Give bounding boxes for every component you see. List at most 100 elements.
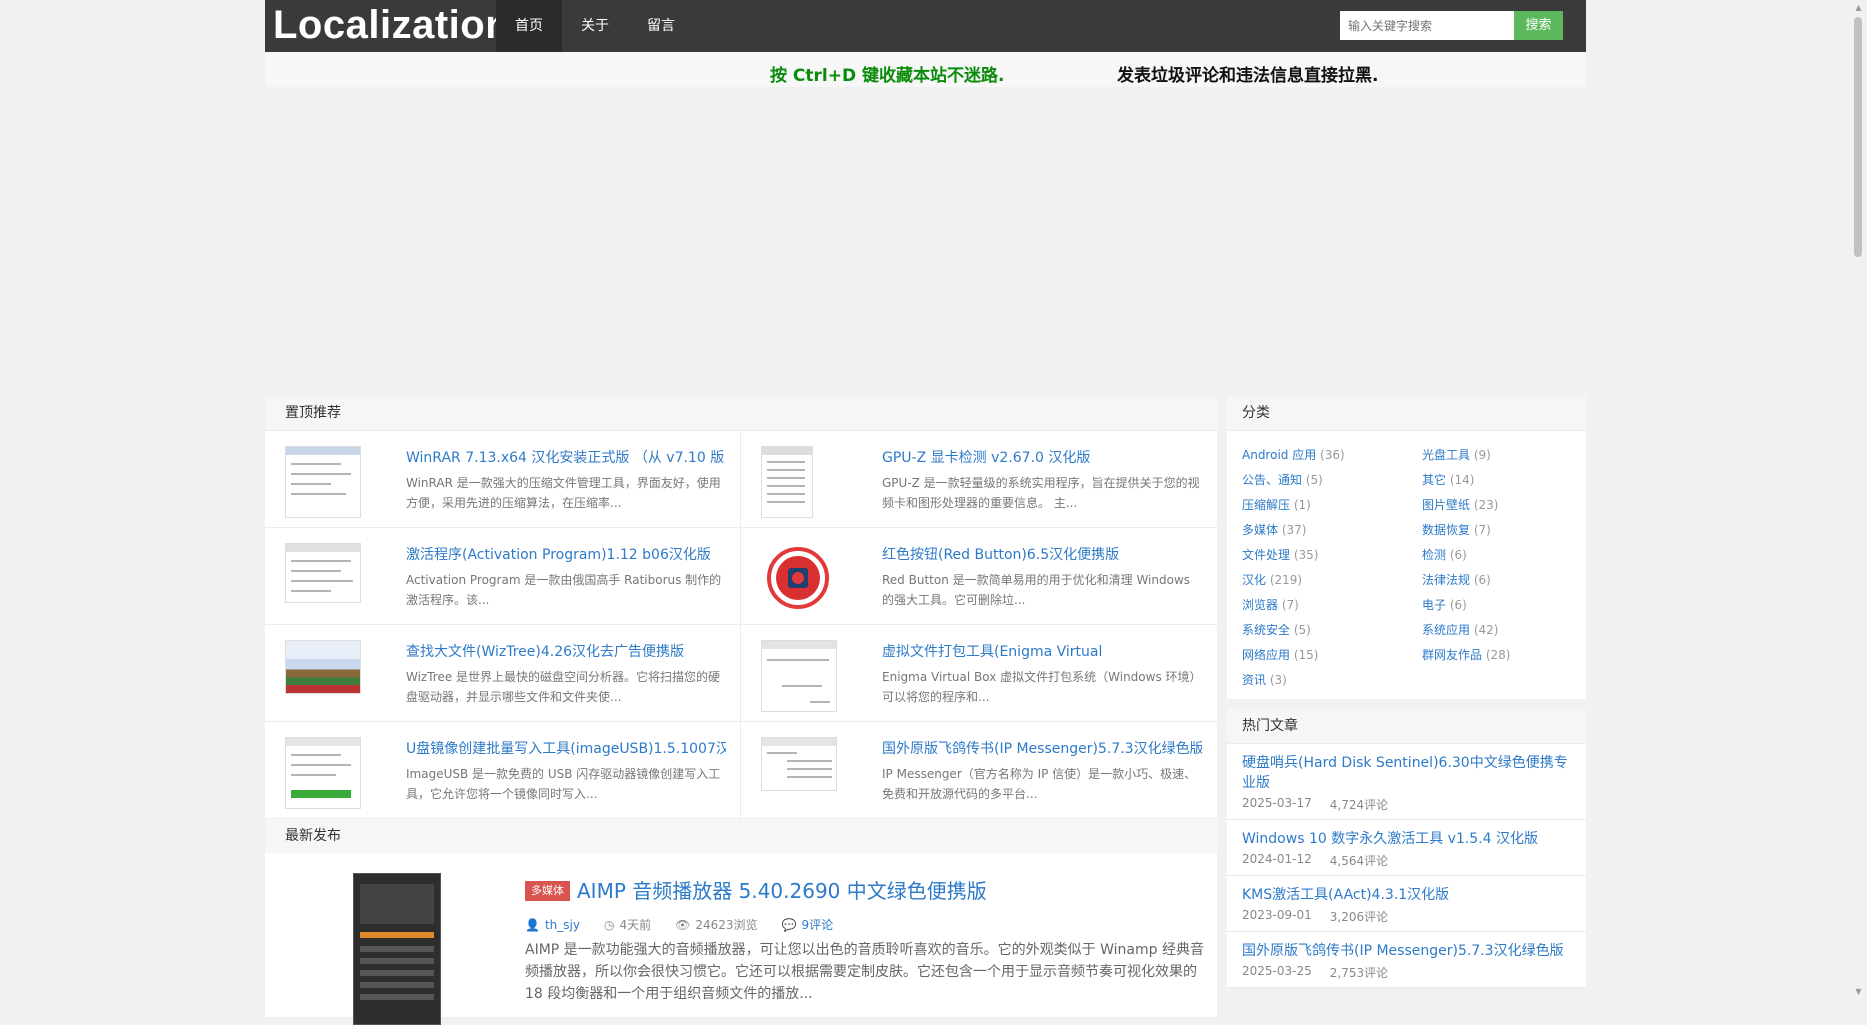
category-name: 数据恢复 (1422, 523, 1471, 537)
article-thumbnail[interactable] (761, 446, 813, 518)
article-thumbnail[interactable] (285, 737, 361, 809)
article-thumbnail[interactable] (761, 737, 837, 791)
category-badge[interactable]: 多媒体 (525, 881, 570, 901)
pinned-item: 查找大文件(WizTree)4.26汉化去广告便携版 WizTree 是世界上最… (265, 625, 741, 722)
category-count: (14) (1449, 473, 1475, 487)
hot-article-meta: 2024-01-12 4,564评论 (1242, 852, 1571, 869)
hot-article-link[interactable]: Windows 10 数字永久激活工具 v1.5.4 汉化版 (1242, 829, 1571, 849)
category-name: 浏览器 (1242, 598, 1279, 612)
category-count: (28) (1485, 648, 1511, 662)
pinned-item: GPU-Z 显卡检测 v2.67.0 汉化版 GPU-Z 是一款轻量级的系统实用… (741, 431, 1217, 528)
main-content: 置顶推荐 WinRAR 7.13.x64 汉化安装正式版 （从 v7.10 版 … (265, 396, 1217, 1025)
category-link[interactable]: 压缩解压 (1) (1242, 493, 1422, 518)
category-name: 光盘工具 (1422, 448, 1471, 462)
nav-home[interactable]: 首页 (496, 0, 562, 52)
article-title-link[interactable]: U盘镜像创建批量写入工具(imageUSB)1.5.1007汉 (406, 738, 726, 758)
pinned-panel: 置顶推荐 WinRAR 7.13.x64 汉化安装正式版 （从 v7.10 版 … (265, 396, 1217, 819)
pinned-item: U盘镜像创建批量写入工具(imageUSB)1.5.1007汉 ImageUSB… (265, 722, 741, 819)
bookmark-notice: 按 Ctrl+D 键收藏本站不迷路. (770, 66, 1005, 86)
article-thumbnail[interactable] (761, 640, 837, 712)
category-count: (6) (1473, 573, 1491, 587)
category-link[interactable]: 汉化 (219) (1242, 568, 1422, 593)
category-count: (5) (1293, 623, 1311, 637)
article-title-link[interactable]: 红色按钮(Red Button)6.5汉化便携版 (882, 544, 1202, 564)
article-title-link[interactable]: WinRAR 7.13.x64 汉化安装正式版 （从 v7.10 版 (406, 447, 726, 467)
hot-article-link[interactable]: KMS激活工具(AAct)4.3.1汉化版 (1242, 885, 1571, 905)
article-excerpt: WizTree 是世界上最快的磁盘空间分析器。它将扫描您的硬盘驱动器，并显示哪些… (406, 670, 721, 704)
search-input[interactable] (1340, 11, 1514, 40)
category-link[interactable]: 系统安全 (5) (1242, 618, 1422, 643)
hot-article-link[interactable]: 硬盘哨兵(Hard Disk Sentinel)6.30中文绿色便携专业版 (1242, 753, 1571, 793)
category-link[interactable]: 多媒体 (37) (1242, 518, 1422, 543)
categories-heading: 分类 (1227, 396, 1586, 431)
hot-article-item: KMS激活工具(AAct)4.3.1汉化版 2023-09-01 3,206评论 (1227, 876, 1586, 932)
pinned-grid: WinRAR 7.13.x64 汉化安装正式版 （从 v7.10 版 WinRA… (265, 431, 1217, 819)
hot-article-list: 硬盘哨兵(Hard Disk Sentinel)6.30中文绿色便携专业版 202… (1227, 744, 1586, 988)
category-link[interactable]: 系统应用 (42) (1422, 618, 1592, 643)
nav-guestbook[interactable]: 留言 (628, 0, 694, 52)
article-title-link[interactable]: 查找大文件(WizTree)4.26汉化去广告便携版 (406, 641, 726, 661)
hot-article-meta: 2023-09-01 3,206评论 (1242, 908, 1571, 925)
comment-icon: 💬 (781, 917, 797, 932)
category-link[interactable]: 图片壁纸 (23) (1422, 493, 1592, 518)
article-title-link[interactable]: GPU-Z 显卡检测 v2.67.0 汉化版 (882, 447, 1202, 467)
category-name: 多媒体 (1242, 523, 1279, 537)
category-link[interactable]: 电子 (6) (1422, 593, 1592, 618)
site-logo[interactable]: Localization (273, 3, 510, 48)
hot-article-date: 2023-09-01 (1242, 908, 1312, 922)
category-name: Android 应用 (1242, 448, 1317, 462)
article-excerpt: Red Button 是一款简单易用的用于优化和清理 Windows 的强大工具… (882, 573, 1191, 607)
article-title-link[interactable]: 国外原版飞鸽传书(IP Messenger)5.7.3汉化绿色版 (882, 738, 1202, 758)
article-thumbnail[interactable] (285, 446, 361, 518)
category-link[interactable]: 资讯 (3) (1242, 668, 1422, 693)
category-link[interactable]: 浏览器 (7) (1242, 593, 1422, 618)
page-container: Localization 首页 关于 留言 搜索 按 Ctrl+D 键收藏本站不… (265, 0, 1586, 1025)
category-link[interactable]: 公告、通知 (5) (1242, 468, 1422, 493)
post-title-link[interactable]: AIMP 音频播放器 5.40.2690 中文绿色便携版 (577, 875, 987, 904)
post-excerpt: AIMP 是一款功能强大的音频播放器，可让您以出色的音质聆听喜欢的音乐。它的外观… (525, 942, 1204, 1002)
spam-warning: 发表垃圾评论和违法信息直接拉黑. (1117, 66, 1379, 86)
site-header: Localization 首页 关于 留言 搜索 (265, 0, 1586, 52)
post-thumbnail[interactable] (353, 873, 441, 1025)
page-scrollbar[interactable]: ▲ ▼ (1850, 0, 1867, 999)
category-link[interactable]: 文件处理 (35) (1242, 543, 1422, 568)
red-button-icon[interactable] (761, 543, 835, 613)
article-thumbnail[interactable] (285, 640, 361, 694)
post-author[interactable]: th_sjy (545, 918, 580, 932)
hot-article-date: 2025-03-17 (1242, 796, 1312, 810)
category-count: (36) (1320, 448, 1345, 462)
category-count: (219) (1269, 573, 1303, 587)
category-count: (15) (1293, 648, 1319, 662)
hot-articles-heading: 热门文章 (1227, 709, 1586, 744)
category-link[interactable]: 检测 (6) (1422, 543, 1592, 568)
post-meta: 👤 th_sjy ◷ 4天前 👁 24623浏览 💬 9评论 (525, 916, 833, 933)
scroll-up-arrow-icon[interactable]: ▲ (1854, 3, 1863, 12)
hot-article-meta: 2025-03-17 4,724评论 (1242, 796, 1571, 813)
hot-article-link[interactable]: 国外原版飞鸽传书(IP Messenger)5.7.3汉化绿色版 (1242, 941, 1571, 961)
article-title-link[interactable]: 虚拟文件打包工具(Enigma Virtual (882, 641, 1202, 661)
hot-article-item: 国外原版飞鸽传书(IP Messenger)5.7.3汉化绿色版 2025-03-… (1227, 932, 1586, 988)
hot-article-item: Windows 10 数字永久激活工具 v1.5.4 汉化版 2024-01-12… (1227, 820, 1586, 876)
category-name: 其它 (1422, 473, 1447, 487)
nav-about[interactable]: 关于 (562, 0, 628, 52)
hot-article-item: 硬盘哨兵(Hard Disk Sentinel)6.30中文绿色便携专业版 202… (1227, 744, 1586, 820)
category-link[interactable]: 网络应用 (15) (1242, 643, 1422, 668)
category-link[interactable]: 数据恢复 (7) (1422, 518, 1592, 543)
article-excerpt: WinRAR 是一款强大的压缩文件管理工具，界面友好，使用方便，采用先进的压缩算… (406, 476, 721, 510)
category-name: 系统应用 (1422, 623, 1471, 637)
scroll-thumb[interactable] (1854, 17, 1862, 257)
post-comments[interactable]: 9评论 (801, 916, 833, 933)
category-link[interactable]: Android 应用 (36) (1242, 443, 1422, 468)
category-link[interactable]: 群网友作品 (28) (1422, 643, 1592, 668)
article-thumbnail[interactable] (285, 543, 361, 603)
category-name: 资讯 (1242, 673, 1267, 687)
hot-articles-widget: 热门文章 硬盘哨兵(Hard Disk Sentinel)6.30中文绿色便携专… (1227, 709, 1586, 988)
hot-article-comments: 2,753评论 (1329, 966, 1389, 980)
search-button[interactable]: 搜索 (1514, 11, 1563, 40)
scroll-down-arrow-icon[interactable]: ▼ (1854, 987, 1863, 996)
category-link[interactable]: 法律法规 (6) (1422, 568, 1592, 593)
category-link[interactable]: 其它 (14) (1422, 468, 1592, 493)
category-link[interactable]: 光盘工具 (9) (1422, 443, 1592, 468)
pinned-item: 国外原版飞鸽传书(IP Messenger)5.7.3汉化绿色版 IP Mess… (741, 722, 1217, 819)
article-title-link[interactable]: 激活程序(Activation Program)1.12 b06汉化版 (406, 544, 726, 564)
